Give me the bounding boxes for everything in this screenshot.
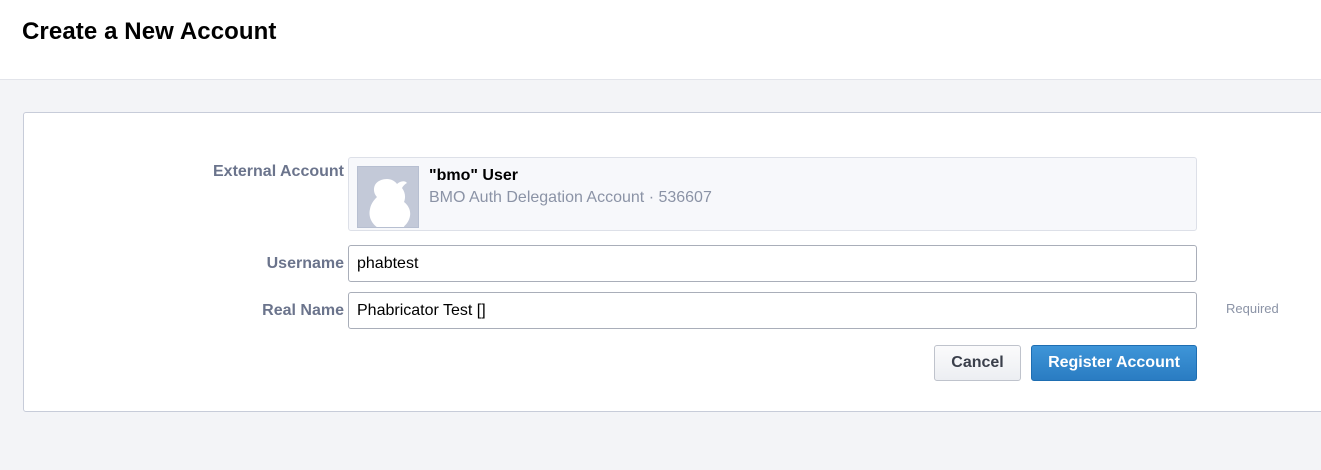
real-name-required-caption: Required — [1226, 301, 1279, 316]
external-account-card: "bmo" User BMO Auth Delegation Account ·… — [348, 157, 1197, 231]
page-header: Create a New Account — [0, 0, 1321, 80]
duck-silhouette-icon — [357, 166, 419, 228]
username-label: Username — [266, 255, 344, 272]
real-name-label: Real Name — [262, 302, 344, 319]
external-account-label: External Account — [213, 163, 344, 180]
cancel-button[interactable]: Cancel — [934, 345, 1021, 381]
external-account-description: BMO Auth Delegation Account · 536607 — [429, 189, 712, 206]
real-name-input[interactable] — [348, 292, 1197, 329]
page-title: Create a New Account — [22, 18, 277, 45]
register-account-button[interactable]: Register Account — [1031, 345, 1197, 381]
create-account-form: External Account "bmo" User BMO Auth Del… — [23, 112, 1321, 412]
external-account-name: "bmo" User — [429, 167, 518, 184]
username-input[interactable] — [348, 245, 1197, 282]
